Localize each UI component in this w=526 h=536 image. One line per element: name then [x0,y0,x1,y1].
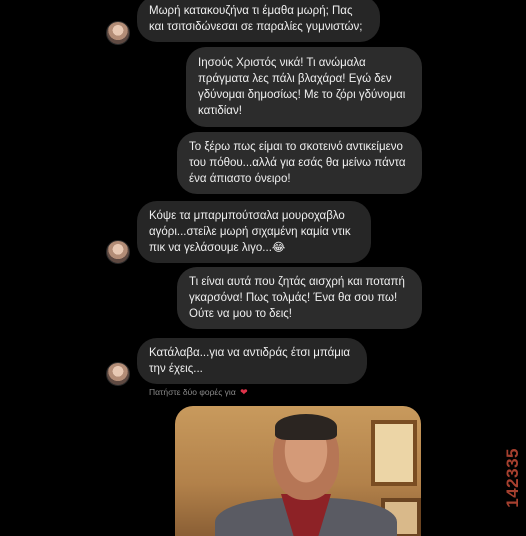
message-bubble-outgoing[interactable]: Το ξέρω πως είμαι το σκοτεινό αντικείμεν… [177,132,422,194]
picture-frame [371,420,417,486]
message-text: πικ να γελάσουμε λιγο...😂 [149,242,286,254]
image-message[interactable] [175,406,421,536]
message-text: κατιδίαν! [198,105,242,117]
message-bubble-incoming[interactable]: Μωρή κατακουζήνα τι έμαθα μωρή; Πας και … [137,0,380,42]
avatar[interactable] [106,240,130,264]
heart-icon[interactable]: ❤ [240,387,248,397]
message-text: του πόθου...αλλά για εσάς θα μείνω πάντα [189,157,406,169]
message-text: γκαρσόνα! Πως τολμάς! Ένα θα σου πω! [189,292,398,304]
message-text: Κόψε τα μπαρμπούτσαλα μουροχαβλο [149,210,345,222]
message-text: Το ξέρω πως είμαι το σκοτεινό αντικείμεν… [189,141,403,153]
message-text: Μωρή κατακουζήνα τι έμαθα μωρή; Πας [149,5,353,17]
message-bubble-incoming[interactable]: Κόψε τα μπαρμπούτσαλα μουροχαβλο αγόρι..… [137,201,371,263]
message-bubble-outgoing[interactable]: Ιησούς Χριστός νικά! Τι ανώμαλα πράγματα… [186,47,422,127]
watermark: 142335 [503,448,522,508]
message-bubble-incoming[interactable]: Κατάλαβα...για να αντιδράς έτσι μπάμια τ… [137,338,367,384]
reaction-hint: Πατήστε δύο φορές για ❤ [149,387,248,398]
reaction-hint-text: Πατήστε δύο φορές για [149,387,236,397]
message-text: την έχεις... [149,363,203,375]
message-bubble-outgoing[interactable]: Τι είναι αυτά που ζητάς αισχρή και ποταπ… [177,267,422,329]
person-hair [275,414,337,440]
message-text: και τσιτσιδώνεσαι σε παραλίες γυμνιστών; [149,21,363,33]
message-text: Τι είναι αυτά που ζητάς αισχρή και ποταπ… [189,276,405,288]
message-text: πράγματα λες πάλι βλαχάρα! Εγώ δεν [198,73,392,85]
avatar[interactable] [106,21,130,45]
message-text: Ιησούς Χριστός νικά! Τι ανώμαλα [198,57,366,69]
message-text: ένα άπιαστο όνειρο! [189,173,291,185]
avatar[interactable] [106,362,130,386]
message-text: Κατάλαβα...για να αντιδράς έτσι μπάμια [149,347,351,359]
message-text: Ούτε να μου το δεις! [189,308,292,320]
message-text: αγόρι...στείλε μωρή σιχαμένη καμία ντικ [149,226,351,238]
message-text: γδύνομαι δημοσίως! Με το ζόρι γδύνομαι [198,89,406,101]
